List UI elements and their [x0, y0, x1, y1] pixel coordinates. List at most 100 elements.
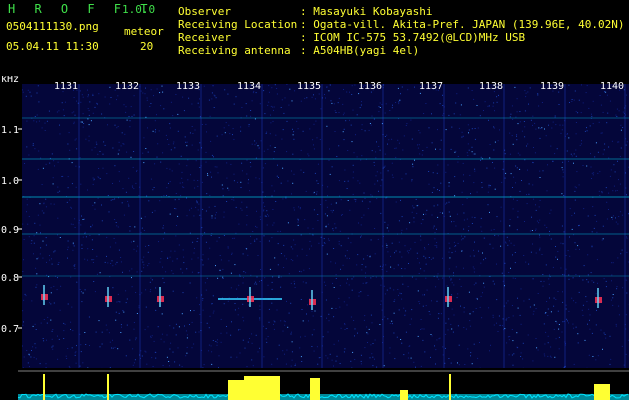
noise-dot	[313, 144, 314, 146]
noise-dot	[432, 172, 434, 174]
noise-dot	[328, 313, 330, 315]
noise-dot	[217, 277, 219, 279]
noise-dot	[561, 331, 563, 333]
noise-dot	[572, 277, 574, 279]
noise-dot	[172, 273, 174, 275]
noise-dot	[220, 259, 222, 261]
noise-dot	[417, 144, 418, 146]
noise-dot	[597, 151, 599, 153]
noise-dot	[302, 130, 304, 132]
noise-dot	[251, 333, 253, 335]
noise-dot	[344, 255, 346, 257]
noise-dot	[487, 191, 489, 193]
noise-dot	[132, 186, 134, 188]
noise-dot	[568, 84, 570, 86]
noise-dot	[133, 248, 135, 250]
noise-dot	[125, 111, 127, 113]
noise-dot	[547, 315, 549, 316]
noise-dot	[122, 143, 124, 145]
noise-dot	[403, 354, 405, 356]
noise-dot	[338, 297, 340, 299]
noise-dot	[492, 316, 494, 318]
noise-dot	[461, 131, 463, 133]
noise-dot	[164, 232, 166, 234]
noise-dot	[53, 203, 55, 205]
noise-dot	[456, 93, 458, 95]
noise-dot	[240, 207, 242, 209]
noise-dot	[297, 224, 299, 226]
noise-dot	[438, 313, 440, 315]
noise-dot	[615, 217, 616, 219]
noise-dot	[227, 187, 229, 189]
noise-dot	[555, 338, 557, 340]
noise-dot	[512, 143, 514, 145]
noise-dot	[515, 116, 517, 118]
noise-dot	[109, 86, 111, 88]
noise-dot	[300, 336, 301, 338]
noise-dot	[401, 298, 403, 300]
noise-dot	[390, 266, 392, 268]
noise-dot	[72, 223, 74, 225]
noise-dot	[202, 208, 204, 210]
noise-dot	[611, 274, 613, 276]
noise-dot	[487, 105, 489, 107]
noise-dot	[102, 153, 104, 155]
noise-dot	[308, 155, 310, 157]
noise-dot	[169, 365, 170, 367]
noise-dot	[142, 92, 144, 94]
noise-dot	[93, 259, 95, 261]
noise-dot	[260, 269, 261, 270]
noise-dot	[204, 282, 206, 284]
noise-dot	[596, 309, 597, 311]
noise-dot	[448, 114, 450, 116]
noise-dot	[608, 192, 610, 194]
noise-dot	[431, 113, 432, 115]
noise-dot	[22, 223, 24, 225]
noise-dot	[586, 301, 588, 303]
noise-dot	[64, 323, 66, 325]
noise-dot	[431, 192, 433, 193]
noise-dot	[166, 187, 168, 189]
noise-dot	[270, 105, 272, 107]
noise-dot	[528, 298, 530, 300]
noise-dot	[275, 201, 277, 202]
noise-dot	[433, 187, 435, 189]
noise-dot	[335, 262, 336, 264]
noise-dot	[27, 223, 29, 225]
noise-dot	[391, 323, 393, 325]
noise-dot	[259, 309, 261, 311]
noise-dot	[513, 198, 514, 200]
noise-dot	[454, 245, 456, 247]
noise-dot	[191, 271, 193, 273]
noise-dot	[230, 356, 232, 358]
noise-dot	[180, 195, 182, 197]
noise-dot	[130, 156, 132, 158]
noise-dot	[92, 94, 94, 96]
noise-dot	[577, 342, 579, 344]
noise-dot	[172, 351, 174, 353]
noise-dot	[450, 148, 452, 150]
noise-dot	[35, 267, 37, 269]
noise-dot	[384, 293, 386, 295]
noise-dot	[116, 127, 118, 129]
noise-dot	[469, 320, 471, 322]
noise-dot	[409, 345, 411, 347]
noise-dot	[483, 286, 485, 288]
noise-dot	[377, 238, 379, 240]
noise-dot	[401, 256, 403, 258]
noise-dot	[335, 227, 337, 229]
noise-dot	[602, 238, 604, 240]
noise-dot	[74, 114, 76, 116]
noise-dot	[241, 107, 243, 108]
noise-dot	[265, 132, 267, 134]
noise-dot	[571, 228, 573, 230]
noise-dot	[512, 315, 514, 317]
noise-dot	[268, 85, 270, 87]
noise-dot	[265, 338, 267, 340]
noise-dot	[179, 364, 181, 366]
noise-dot	[181, 171, 183, 173]
noise-dot	[64, 101, 66, 103]
noise-dot	[35, 358, 37, 360]
noise-dot	[312, 139, 314, 141]
noise-dot	[533, 310, 535, 312]
